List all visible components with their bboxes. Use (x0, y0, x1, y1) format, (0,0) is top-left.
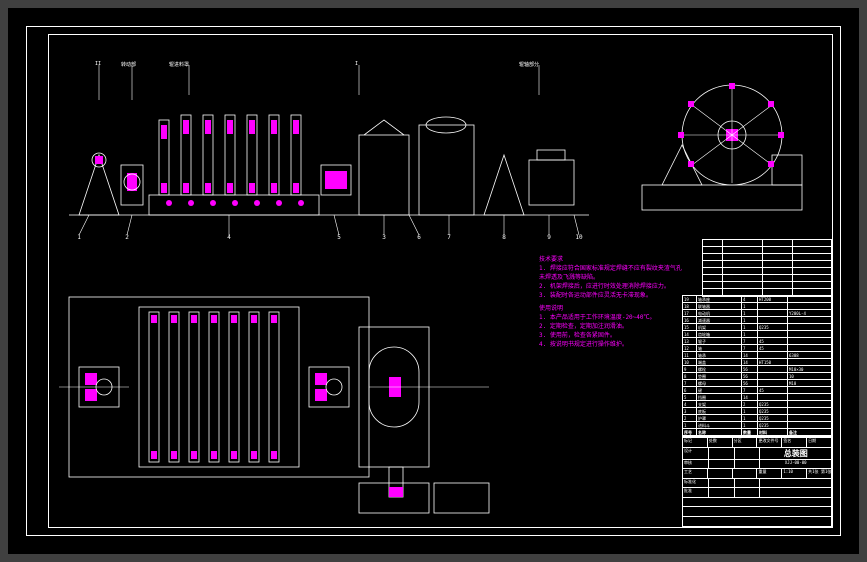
hdr-qty: 数量 (742, 429, 758, 435)
title-block: 标记处数分区更改文件号签名日期 设计 总装图 审核 XJJ-00-00 工艺 重量1:… (682, 437, 832, 527)
balloon-5: 3 (380, 234, 388, 241)
tb-doc: 更改文件号 (757, 438, 782, 447)
cad-canvas: II 转动部 辊进料罩 I 辊轴部分 1 2 4 5 3 6 7 8 9 10 (8, 8, 859, 554)
tb-proj: 工艺 (683, 469, 708, 478)
upper-row (703, 261, 831, 268)
tb-zone: 分区 (733, 438, 758, 447)
tb-e12 (760, 488, 831, 497)
drawing-title: 总装图 (760, 448, 831, 459)
parts-row: 4支架2Q235 (683, 401, 831, 408)
elevation-view: II 转动部 辊进料罩 I 辊轴部分 1 2 4 5 3 6 7 8 9 10 (59, 65, 599, 235)
hdr-mat: 材料 (758, 429, 788, 435)
parts-row: 3底板1Q235 (683, 408, 831, 415)
parts-row: 9螺栓56M10×30 (683, 366, 831, 373)
tb-e6 (733, 469, 758, 478)
upper-row (703, 254, 831, 261)
parts-row: 19轴承座4HT200 (683, 296, 831, 303)
parts-row: 13辊子745 (683, 338, 831, 345)
parts-row: 17电动机1Y200L-4 (683, 310, 831, 317)
tb-e11 (735, 488, 761, 497)
upper-table (702, 239, 832, 297)
balloon-10: 10 (575, 234, 583, 241)
parts-row: 11轴承146308 (683, 352, 831, 359)
upper-row (703, 282, 831, 289)
label-rotor: 转动部 (121, 61, 136, 68)
label-i: I (355, 61, 358, 67)
upper-row (703, 247, 831, 254)
parts-row: 6键745 (683, 387, 831, 394)
balloon-1: 1 (75, 234, 83, 241)
parts-row: 15机架1Q235 (683, 324, 831, 331)
parts-row: 14齿轮箱1 (683, 331, 831, 338)
tb-approved: 批准 (683, 488, 709, 497)
balloon-8: 8 (500, 234, 508, 241)
tb-e9 (760, 479, 831, 488)
tb-sign: 签名 (782, 438, 807, 447)
plan-view (59, 287, 499, 517)
balloon-9: 9 (545, 234, 553, 241)
tb-std: 标准化 (683, 479, 709, 488)
note-1: 1. 焊接应符合国家标准规定焊缝不应有裂纹夹渣气孔 (539, 264, 719, 273)
balloon-2: 2 (123, 234, 131, 241)
tb-count: 处数 (708, 438, 733, 447)
upper-row (703, 240, 831, 247)
tb-e3 (709, 460, 735, 469)
tb-e2 (735, 448, 761, 459)
frame-inner: II 转动部 辊进料罩 I 辊轴部分 1 2 4 5 3 6 7 8 9 10 (48, 34, 833, 528)
label-feed: 辊进料罩 (169, 61, 189, 68)
balloon-6: 6 (415, 234, 423, 241)
tb-date: 日期 (807, 438, 831, 447)
notes-heading: 技术要求 (539, 255, 719, 264)
parts-row: 5挡圈14 (683, 394, 831, 401)
parts-row: 10端盖14HT150 (683, 359, 831, 366)
tb-e1 (709, 448, 735, 459)
tb-checked: 审核 (683, 460, 709, 469)
tb-mark: 标记 (683, 438, 708, 447)
drawing-scale: 1:10 (782, 469, 807, 478)
tb-weight: 重量 (757, 469, 782, 478)
balloon-7: 7 (445, 234, 453, 241)
hdr-name: 名称 (697, 429, 742, 435)
upper-row (703, 268, 831, 275)
tb-e14 (683, 507, 831, 516)
tb-e15 (683, 517, 831, 527)
tb-e4 (735, 460, 761, 469)
balloon-3: 4 (225, 234, 233, 241)
tb-e5 (708, 469, 733, 478)
label-shaft: 辊轴部分 (519, 61, 539, 68)
tb-designed: 设计 (683, 448, 709, 459)
hdr-no: 序号 (683, 429, 697, 435)
parts-header-row: 序号 名称 数量 材料 备注 (683, 429, 831, 436)
upper-row (703, 275, 831, 282)
label-ii: II (95, 61, 101, 67)
parts-row: 16减速器1 (683, 317, 831, 324)
drawing-sheet: 共1张 第1张 (807, 469, 831, 478)
tb-e10 (709, 488, 735, 497)
tb-e13 (683, 498, 831, 507)
parts-row: 8垫圈5610 (683, 373, 831, 380)
note-1b: 未焊透及飞溅等缺陷。 (539, 273, 719, 282)
parts-row: 12轴745 (683, 345, 831, 352)
parts-list: 19轴承座4HT20018联轴器117电动机1Y200L-416减速器115机架… (682, 295, 832, 437)
drawing-number: XJJ-00-00 (760, 460, 831, 469)
parts-row: 2护罩1Q235 (683, 415, 831, 422)
end-view (622, 65, 822, 225)
tb-e7 (709, 479, 735, 488)
hdr-note: 备注 (788, 429, 831, 435)
parts-row: 1进料斗1Q235 (683, 422, 831, 429)
tb-e8 (735, 479, 761, 488)
parts-row: 18联轴器1 (683, 303, 831, 310)
balloon-4: 5 (335, 234, 343, 241)
note-2: 2. 机架焊接后，应进行时效处理消除焊接应力。 (539, 282, 719, 291)
parts-row: 7螺母56M10 (683, 380, 831, 387)
